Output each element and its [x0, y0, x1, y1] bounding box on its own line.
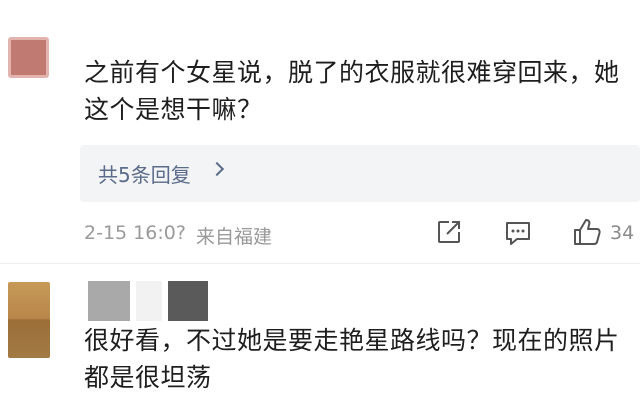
pixelated-username: [88, 281, 130, 321]
view-replies-button[interactable]: 共5条回复: [80, 145, 640, 202]
pixelated-username: [168, 281, 208, 321]
like-icon[interactable]: [572, 217, 602, 247]
pixelated-username: [136, 281, 162, 321]
comment-text-line: 都是很坦荡: [84, 363, 212, 392]
avatar[interactable]: [8, 282, 50, 358]
comment-text-line: 很好看，不过她是要走艳星路线吗？现在的照片: [84, 326, 620, 355]
comment-timestamp: 2-15 16:0?: [84, 222, 186, 244]
comment-location: 来自福建: [196, 226, 273, 248]
comment-text-line: 之前有个女星说，脱了的衣服就很难穿回来，她: [84, 58, 620, 87]
comment-text: 之前有个女星说，脱了的衣服就很难穿回来，她 这个是想干嘛？: [84, 54, 634, 128]
comment-text-line: 这个是想干嘛？: [84, 95, 263, 124]
chevron-right-icon: [209, 161, 225, 177]
avatar[interactable]: [8, 37, 49, 78]
comment-icon[interactable]: [504, 219, 532, 247]
like-count: 34: [610, 222, 635, 244]
comment-text: 很好看，不过她是要走艳星路线吗？现在的照片 都是很坦荡: [84, 322, 634, 396]
divider: [0, 263, 640, 264]
share-icon[interactable]: [436, 219, 462, 245]
replies-count-label: 共5条回复: [98, 163, 191, 187]
